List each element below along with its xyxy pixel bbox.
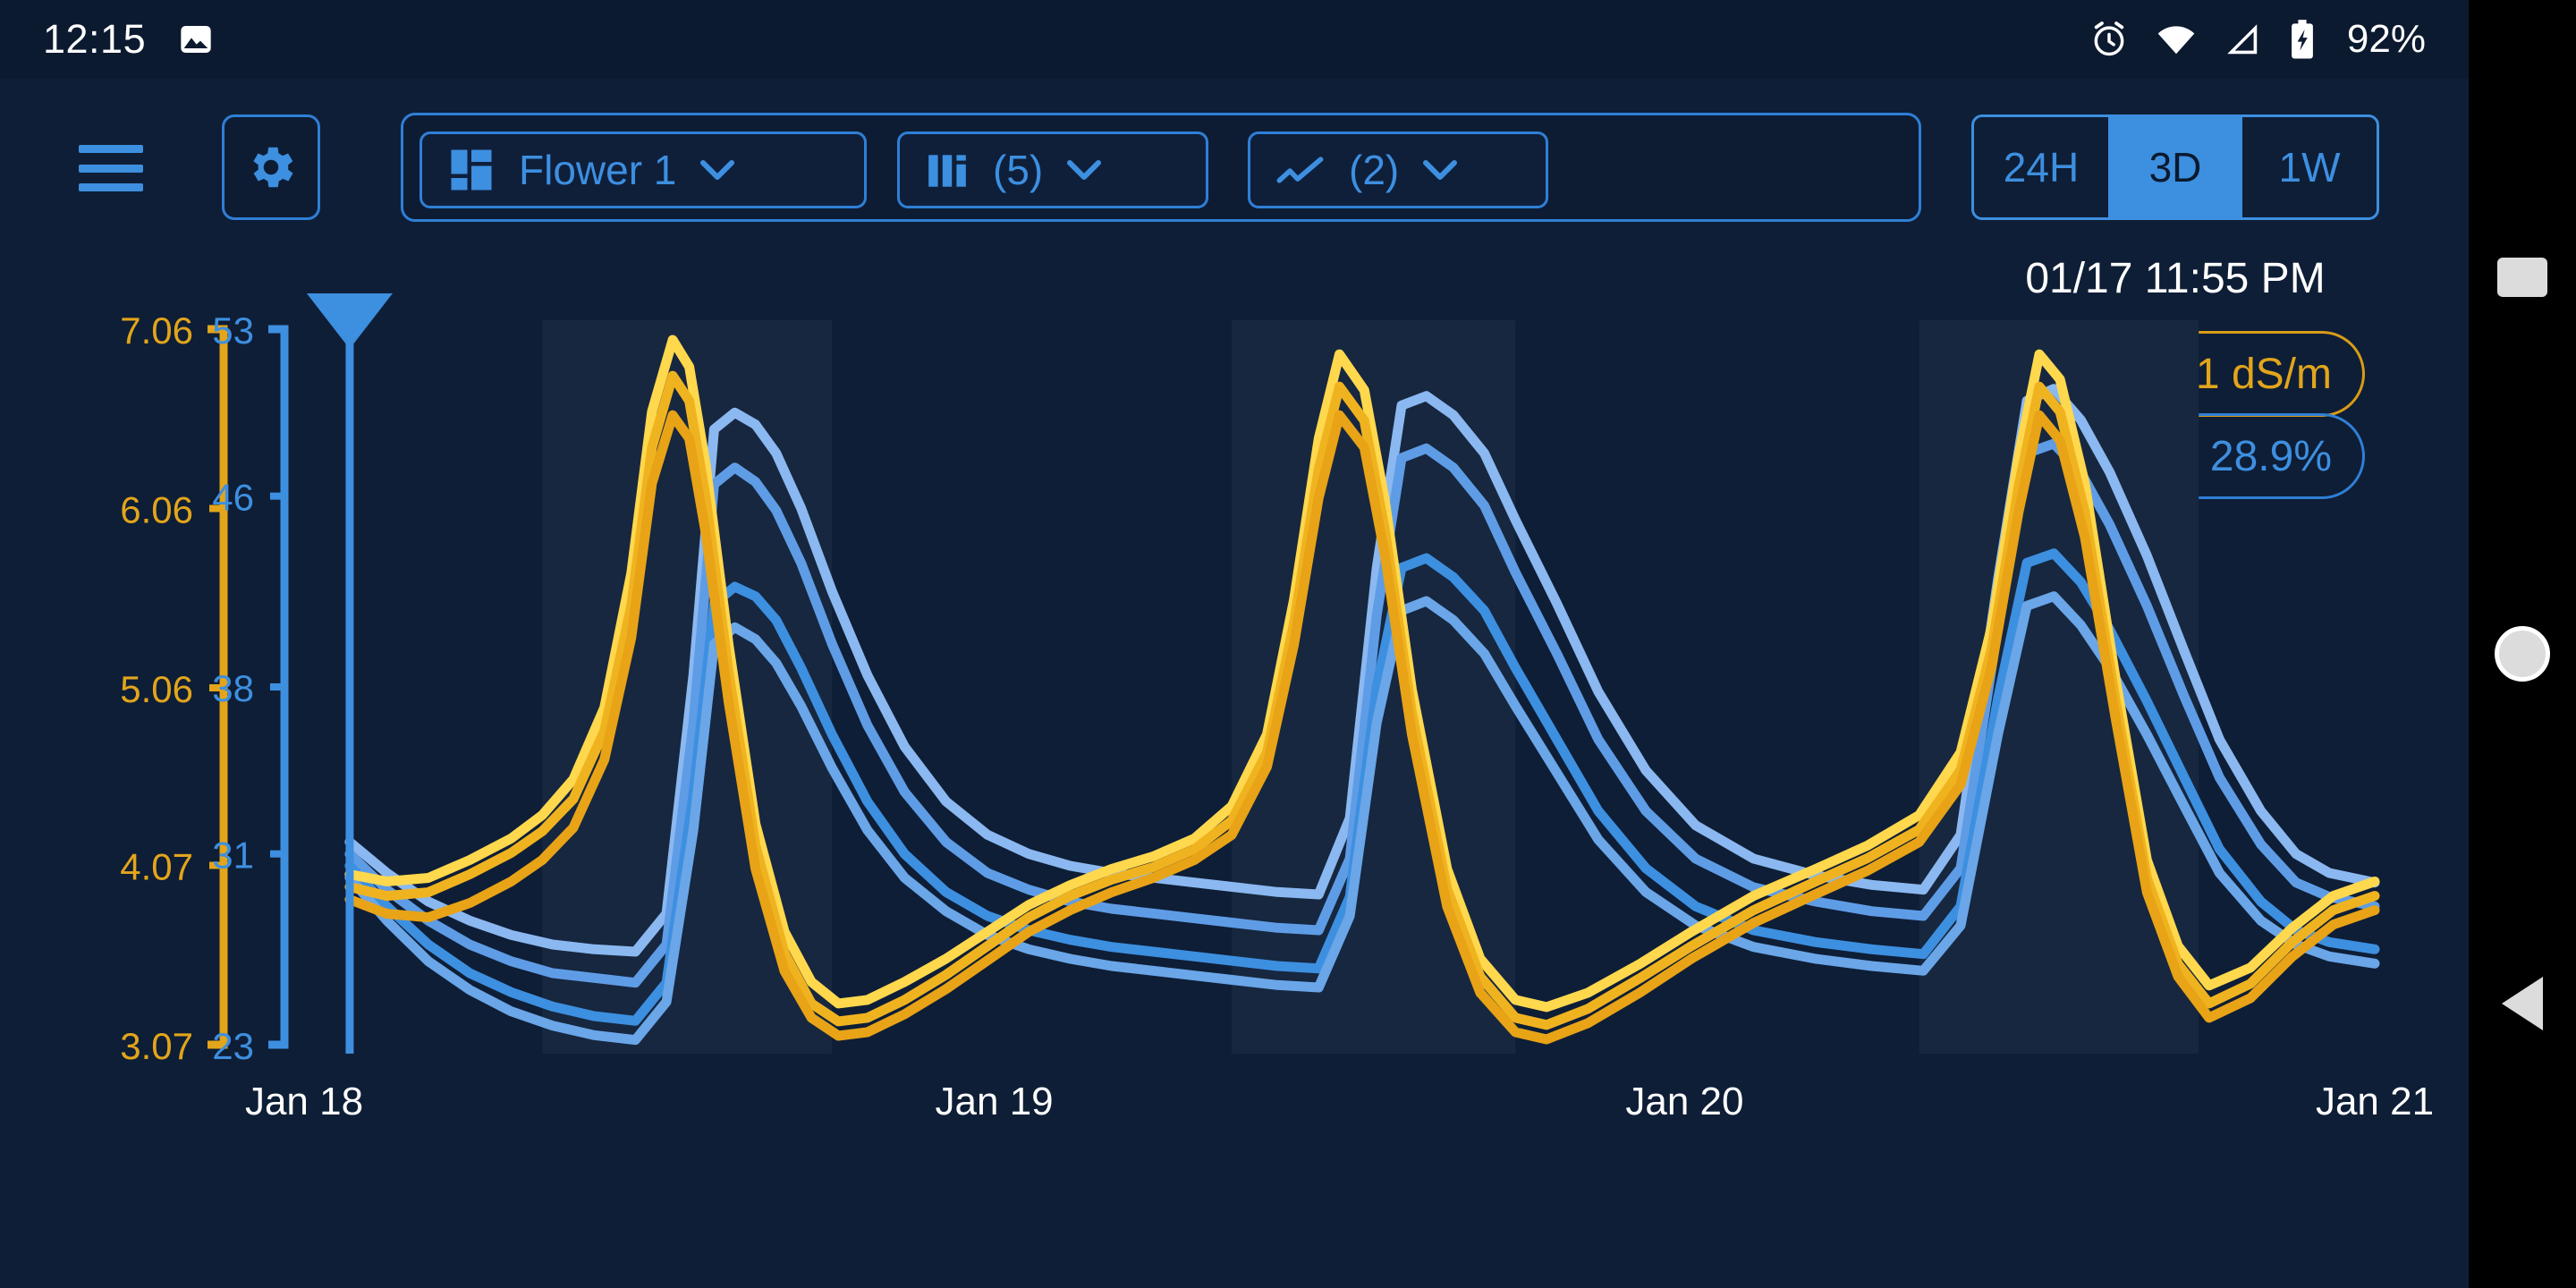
- metric-selector-chip[interactable]: (2): [1248, 131, 1548, 208]
- metric-count-label: (2): [1349, 147, 1400, 193]
- left-axis-tick-label: 3.07: [120, 1025, 193, 1067]
- left-axis-tick-label: 4.07: [120, 845, 193, 887]
- alarm-icon: [2094, 21, 2124, 56]
- chevron-down-icon: [700, 160, 735, 180]
- wifi-icon: [2157, 26, 2195, 55]
- right-axis-tick-label: 53: [212, 309, 254, 352]
- sensor-count-label: (5): [993, 147, 1044, 193]
- left-axis-tick-label: 6.06: [120, 489, 193, 531]
- status-clock: 12:15: [43, 16, 147, 62]
- phone-screen: 12:15 92% Flower 1 (5) (2) 24H 3D 1W 01/…: [0, 0, 2576, 1288]
- irrigation-band: [1919, 320, 2199, 1054]
- right-axis-tick-label: 31: [212, 835, 254, 877]
- battery-charging-icon: [2292, 20, 2313, 59]
- left-axis-tick-label: 5.06: [120, 668, 193, 710]
- x-axis-tick-label: Jan 20: [1625, 1080, 1743, 1123]
- status-icons: 92%: [2089, 17, 2426, 62]
- back-button[interactable]: [2502, 977, 2543, 1030]
- range-option-24h[interactable]: 24H: [1974, 117, 2108, 217]
- filter-chip-group: Flower 1 (5) (2): [401, 113, 1921, 222]
- battery-percent-label: 92%: [2346, 17, 2426, 61]
- range-option-3d[interactable]: 3D: [2108, 117, 2242, 217]
- time-range-toggle: 24H 3D 1W: [1971, 114, 2379, 220]
- chart-canvas[interactable]: 7.06 6.06 5.06 4.07 3.07 53 46 38 31 23 Jan 18 Jan …: [0, 258, 2469, 1288]
- recents-button[interactable]: [2497, 258, 2547, 297]
- right-axis-tick-label: 23: [212, 1025, 254, 1067]
- android-navigation-bar: [2469, 0, 2576, 1288]
- gear-icon: [253, 147, 293, 188]
- line-chart-icon: [1276, 157, 1324, 183]
- x-axis-tick-label: Jan 18: [245, 1080, 363, 1123]
- bar-chart-icon: [928, 155, 966, 187]
- x-axis-tick-label: Jan 21: [2316, 1080, 2434, 1123]
- chevron-down-icon: [1423, 160, 1458, 180]
- settings-button[interactable]: [222, 114, 320, 220]
- cursor-handle: [306, 293, 393, 349]
- photo-icon: [181, 26, 211, 53]
- home-button[interactable]: [2495, 626, 2550, 682]
- status-bar: 12:15 92%: [0, 0, 2469, 79]
- cellular-signal-icon: [2227, 24, 2258, 55]
- range-option-1w[interactable]: 1W: [2242, 117, 2377, 217]
- dashboard-grid-icon: [451, 149, 492, 191]
- right-axis-tick-label: 46: [212, 477, 254, 519]
- x-axis-tick-label: Jan 19: [936, 1080, 1054, 1123]
- hamburger-menu-icon[interactable]: [79, 145, 143, 191]
- right-axis-tick-label: 38: [212, 667, 254, 709]
- left-axis-tick-label: 7.06: [120, 309, 193, 352]
- chevron-down-icon: [1067, 160, 1102, 180]
- toolbar: Flower 1 (5) (2) 24H 3D 1W 01/17 11:55 P…: [0, 79, 2469, 499]
- app-body: Flower 1 (5) (2) 24H 3D 1W 01/17 11:55 P…: [0, 79, 2469, 1288]
- sensor-chart[interactable]: 7.06 6.06 5.06 4.07 3.07 53 46 38 31 23 Jan 18 Jan …: [0, 258, 2469, 1288]
- sensor-selector-chip[interactable]: (5): [897, 131, 1208, 208]
- zone-selector-label: Flower 1: [519, 147, 677, 193]
- zone-selector-chip[interactable]: Flower 1: [419, 131, 867, 208]
